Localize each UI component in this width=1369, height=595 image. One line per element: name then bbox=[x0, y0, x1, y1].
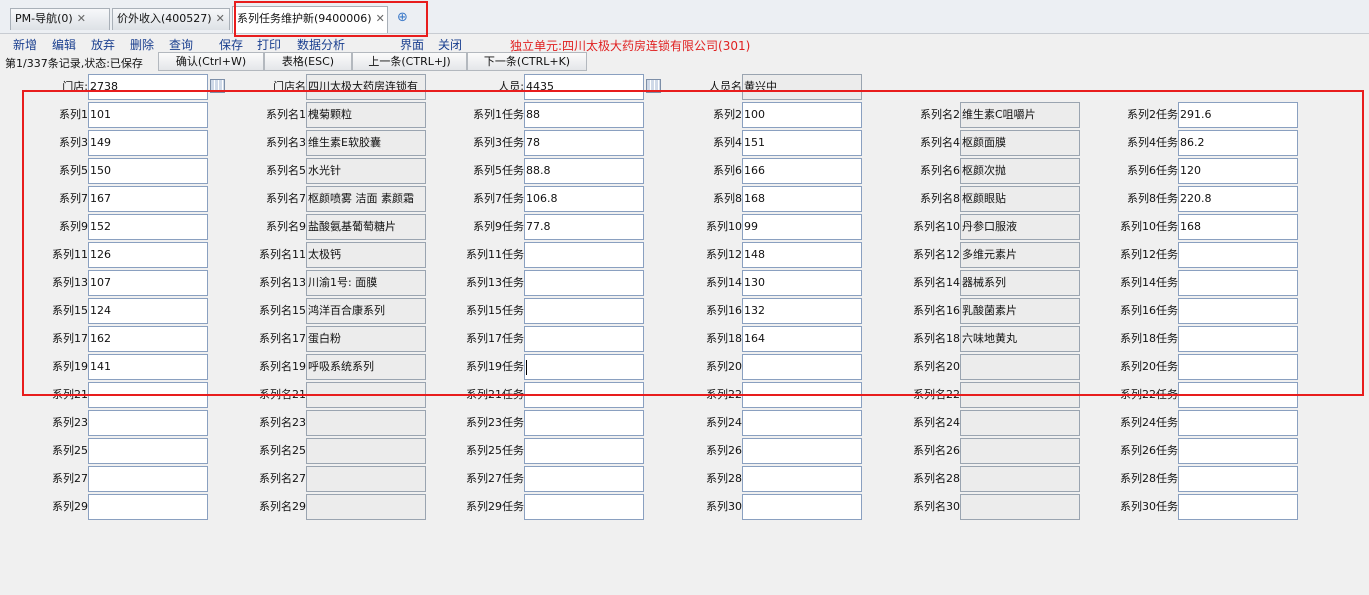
series-name-label: 系列名23 bbox=[259, 416, 306, 429]
close-icon[interactable]: ✕ bbox=[77, 12, 86, 25]
series-code-label: 系列30 bbox=[706, 500, 742, 513]
series-task-field[interactable] bbox=[524, 410, 644, 436]
series-name-field[interactable] bbox=[960, 438, 1080, 464]
series-name-label: 系列名25 bbox=[259, 444, 306, 457]
toolbar-save[interactable]: 保存 bbox=[219, 36, 243, 53]
series-name-field[interactable] bbox=[960, 494, 1080, 520]
series-code-label: 系列28 bbox=[706, 472, 742, 485]
series-name-field[interactable] bbox=[960, 410, 1080, 436]
tab-label: PM-导航(0) bbox=[15, 12, 73, 25]
close-icon[interactable]: ✕ bbox=[216, 12, 225, 25]
toolbar-close[interactable]: 关闭 bbox=[438, 36, 462, 53]
series-code-label: 系列29 bbox=[52, 500, 88, 513]
toolbar-discard[interactable]: 放弃 bbox=[91, 36, 115, 53]
series-code-field[interactable] bbox=[88, 438, 208, 464]
series-task-label: 系列25任务 bbox=[466, 444, 524, 457]
series-task-label: 系列29任务 bbox=[466, 500, 524, 513]
series-code-label: 系列24 bbox=[706, 416, 742, 429]
tab-pm-nav[interactable]: PM-导航(0) ✕ bbox=[10, 8, 110, 30]
next-record-button[interactable]: 下一条(CTRL+K) bbox=[467, 52, 587, 71]
series-name-label: 系列名27 bbox=[259, 472, 306, 485]
series-code-label: 系列25 bbox=[52, 444, 88, 457]
series-task-field[interactable] bbox=[1178, 494, 1298, 520]
series-name-field[interactable] bbox=[306, 410, 426, 436]
series-code-label: 系列26 bbox=[706, 444, 742, 457]
toolbar-interface[interactable]: 界面 bbox=[400, 36, 424, 53]
series-name-label: 系列名24 bbox=[913, 416, 960, 429]
series-task-field[interactable] bbox=[524, 494, 644, 520]
series-task-field[interactable] bbox=[524, 466, 644, 492]
toolbar-edit[interactable]: 编辑 bbox=[52, 36, 76, 53]
tab-extra-income[interactable]: 价外收入(400527) ✕ bbox=[112, 8, 230, 30]
series-name-field[interactable] bbox=[960, 466, 1080, 492]
toolbar-delete[interactable]: 删除 bbox=[130, 36, 154, 53]
series-task-label: 系列23任务 bbox=[466, 416, 524, 429]
series-name-label: 系列名28 bbox=[913, 472, 960, 485]
series-name-label: 系列名29 bbox=[259, 500, 306, 513]
series-task-label: 系列27任务 bbox=[466, 472, 524, 485]
series-code-label: 系列23 bbox=[52, 416, 88, 429]
tab-label: 价外收入(400527) bbox=[117, 12, 212, 25]
series-task-field[interactable] bbox=[524, 438, 644, 464]
toolbar-query[interactable]: 查询 bbox=[169, 36, 193, 53]
series-task-field[interactable] bbox=[1178, 466, 1298, 492]
series-code-field[interactable] bbox=[742, 410, 862, 436]
record-status-bar: 第1/337条记录,状态:已保存 确认(Ctrl+W) 表格(ESC) 上一条(… bbox=[0, 52, 1369, 72]
series-code-field[interactable] bbox=[88, 494, 208, 520]
highlight-box-series bbox=[22, 90, 1364, 396]
series-code-field[interactable] bbox=[742, 494, 862, 520]
toolbar-print[interactable]: 打印 bbox=[257, 36, 281, 53]
series-task-label: 系列30任务 bbox=[1120, 500, 1178, 513]
series-code-field[interactable] bbox=[88, 466, 208, 492]
series-task-field[interactable] bbox=[1178, 438, 1298, 464]
series-code-field[interactable] bbox=[742, 466, 862, 492]
series-task-label: 系列28任务 bbox=[1120, 472, 1178, 485]
series-code-label: 系列27 bbox=[52, 472, 88, 485]
series-task-field[interactable] bbox=[1178, 410, 1298, 436]
toolbar-new[interactable]: 新增 bbox=[13, 36, 37, 53]
prev-record-button[interactable]: 上一条(CTRL+J) bbox=[352, 52, 467, 71]
series-task-label: 系列24任务 bbox=[1120, 416, 1178, 429]
confirm-button[interactable]: 确认(Ctrl+W) bbox=[158, 52, 264, 71]
tab-bar: PM-导航(0) ✕ 价外收入(400527) ✕ 系列任务维护新(9400006)… bbox=[0, 0, 1369, 34]
series-name-field[interactable] bbox=[306, 494, 426, 520]
record-status: 第1/337条记录,状态:已保存 bbox=[5, 57, 143, 70]
highlight-box-tab bbox=[234, 1, 428, 37]
series-name-field[interactable] bbox=[306, 438, 426, 464]
series-name-label: 系列名26 bbox=[913, 444, 960, 457]
toolbar-data-analysis[interactable]: 数据分析 bbox=[297, 36, 345, 53]
series-task-label: 系列26任务 bbox=[1120, 444, 1178, 457]
series-code-field[interactable] bbox=[88, 410, 208, 436]
grid-button[interactable]: 表格(ESC) bbox=[264, 52, 352, 71]
series-name-label: 系列名30 bbox=[913, 500, 960, 513]
series-code-field[interactable] bbox=[742, 438, 862, 464]
series-name-field[interactable] bbox=[306, 466, 426, 492]
